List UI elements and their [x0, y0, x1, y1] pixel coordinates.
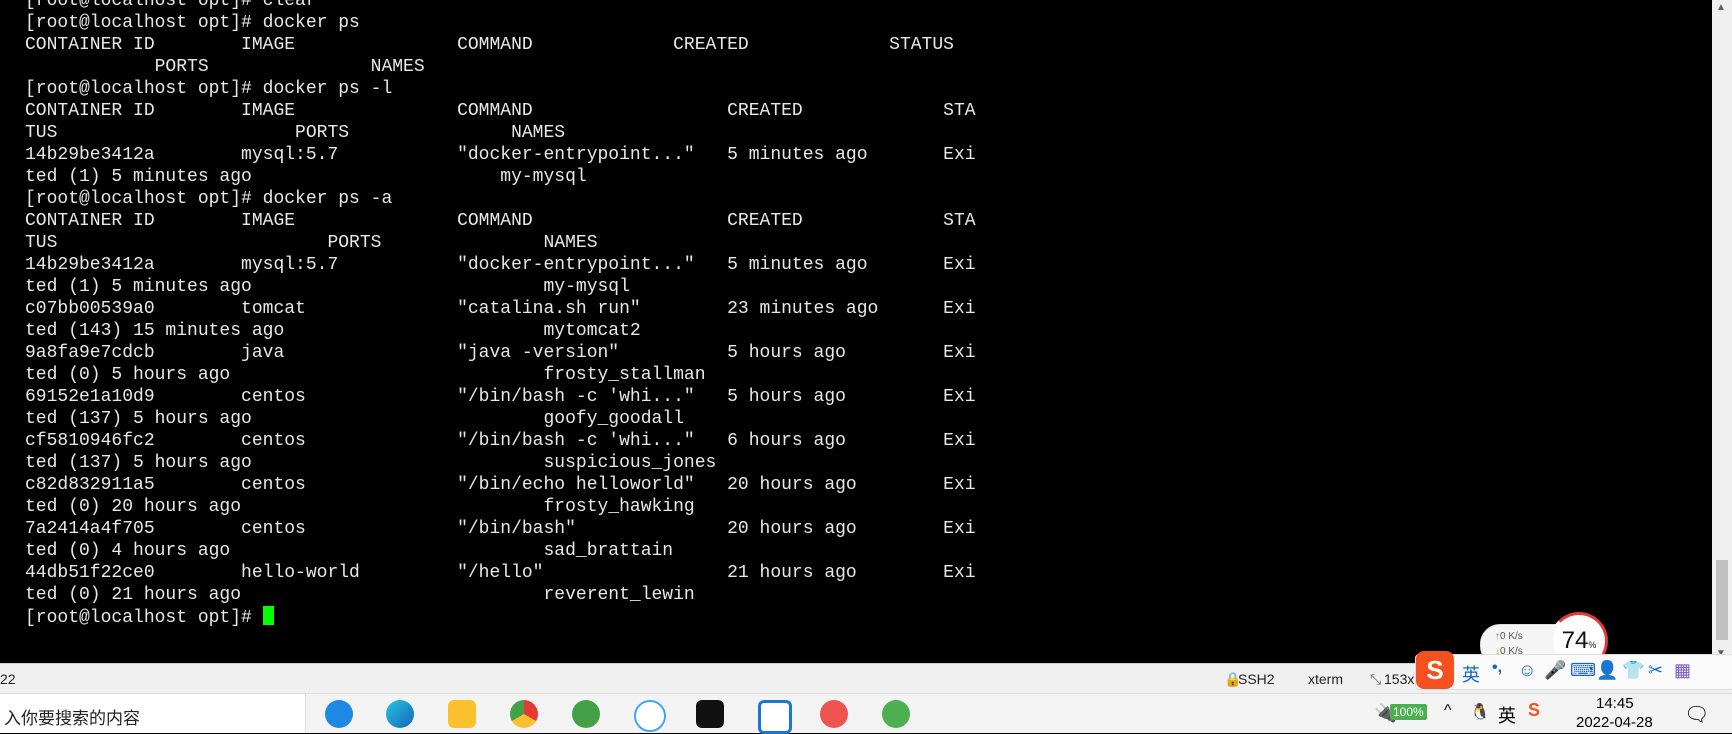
- terminal-line: [root@localhost opt]# docker ps -a: [25, 189, 393, 209]
- terminal-output: [root@localhost opt]# clear [root@localho…: [25, 0, 976, 628]
- status-left-text: 22: [0, 671, 16, 687]
- terminal-line: 7a2414a4f705 centos "/bin/bash" 20 hours…: [25, 519, 976, 539]
- search-placeholder: 入你要搜索的内容: [4, 709, 140, 728]
- app-green-icon[interactable]: [572, 700, 600, 728]
- chevron-up-icon[interactable]: ^: [1444, 702, 1452, 720]
- terminal-line: ted (0) 21 hours ago reverent_lewin: [25, 585, 695, 605]
- terminal-line: 44db51f22ce0 hello-world "/hello" 21 hou…: [25, 563, 976, 583]
- terminal-line: PORTS NAMES: [25, 57, 425, 77]
- wechat-icon[interactable]: [882, 700, 910, 728]
- terminal-line: ted (137) 5 hours ago goofy_goodall: [25, 409, 684, 429]
- notification-icon[interactable]: 🗨: [1684, 702, 1709, 727]
- windows-taskbar: 入你要搜索的内容 🔌 100% ^ 🐧 英 S 14:45 2022-04-28…: [0, 693, 1732, 734]
- ime-punct-toggle[interactable]: •,: [1492, 659, 1502, 677]
- baidu-netdisk-icon[interactable]: [634, 700, 666, 732]
- skin-icon[interactable]: 👕: [1622, 660, 1644, 681]
- keyboard-icon[interactable]: ⌨: [1570, 660, 1596, 681]
- terminal-window[interactable]: [root@localhost opt]# clear [root@localho…: [0, 0, 1712, 663]
- terminal-line: 69152e1a10d9 centos "/bin/bash -c 'whi..…: [25, 387, 976, 407]
- terminal-line: [root@localhost opt]# clear: [25, 0, 317, 11]
- status-terminal-type: xterm: [1308, 671, 1343, 687]
- terminal-line: ted (137) 5 hours ago suspicious_jones: [25, 453, 717, 473]
- xshell-icon[interactable]: [820, 700, 848, 728]
- upload-speed: 0 K/s: [1500, 631, 1523, 642]
- file-explorer-icon[interactable]: [448, 700, 476, 728]
- chrome-icon[interactable]: [510, 700, 538, 728]
- sogou-tray-icon[interactable]: S: [1528, 700, 1540, 721]
- terminal-line: 14b29be3412a mysql:5.7 "docker-entrypoin…: [25, 145, 976, 165]
- terminal-cursor: [262, 606, 274, 625]
- scroll-up-icon[interactable]: ▲: [1716, 2, 1726, 13]
- terminal-line: ted (1) 5 minutes ago my-mysql: [25, 167, 587, 187]
- scissors-icon[interactable]: ✂: [1648, 660, 1663, 681]
- taskbar-search-box[interactable]: 入你要搜索的内容: [0, 694, 306, 733]
- emoji-icon[interactable]: ☺: [1518, 660, 1536, 681]
- terminal-line: cf5810946fc2 centos "/bin/bash -c 'whi..…: [25, 431, 976, 451]
- terminal-line: ted (1) 5 minutes ago my-mysql: [25, 277, 630, 297]
- status-protocol: SSH2: [1238, 671, 1275, 687]
- vmware-icon[interactable]: [758, 700, 792, 734]
- terminal-scrollbar[interactable]: ▲ ▼: [1712, 0, 1732, 663]
- terminal-line: ted (0) 5 hours ago frosty_stallman: [25, 365, 706, 385]
- toolbox-icon[interactable]: ▦: [1674, 660, 1691, 681]
- cpu-usage-value: 74: [1561, 627, 1589, 654]
- terminal-line: c82d832911a5 centos "/bin/echo helloworl…: [25, 475, 976, 495]
- terminal-line: CONTAINER ID IMAGE COMMAND CREATED STATU…: [25, 35, 954, 55]
- cpu-usage-unit: %: [1588, 640, 1597, 650]
- terminal-line: [root@localhost opt]# docker ps: [25, 13, 360, 33]
- microphone-icon[interactable]: 🎤: [1544, 660, 1566, 681]
- intellij-idea-icon[interactable]: [696, 700, 724, 728]
- qq-icon[interactable]: 🐧: [1470, 702, 1490, 722]
- ie-browser-icon[interactable]: [325, 700, 353, 728]
- terminal-line: ted (0) 4 hours ago sad_brattain: [25, 541, 674, 561]
- status-size: 153x: [1384, 671, 1415, 687]
- clock-date[interactable]: 2022-04-28: [1576, 714, 1653, 731]
- terminal-line: 9a8fa9e7cdcb java "java -version" 5 hour…: [25, 343, 976, 363]
- ime-toolbar[interactable]: S 英 •, ☺ 🎤 ⌨ 👤 👕 ✂ ▦: [1415, 651, 1732, 690]
- terminal-line: 14b29be3412a mysql:5.7 "docker-entrypoin…: [25, 255, 976, 275]
- clock-time[interactable]: 14:45: [1596, 695, 1634, 712]
- terminal-line: TUS PORTS NAMES: [25, 123, 566, 143]
- edge-browser-icon[interactable]: [386, 700, 414, 728]
- terminal-line: c07bb00539a0 tomcat "catalina.sh run" 23…: [25, 299, 976, 319]
- battery-level[interactable]: 100%: [1390, 704, 1427, 720]
- terminal-line: [root@localhost opt]# docker ps -l: [25, 79, 393, 99]
- terminal-prompt-line[interactable]: [root@localhost opt]#: [25, 606, 976, 628]
- terminal-prompt: [root@localhost opt]#: [25, 608, 263, 628]
- resize-icon: ⤡: [1370, 671, 1382, 687]
- scroll-thumb[interactable]: [1716, 560, 1728, 640]
- terminal-line: CONTAINER ID IMAGE COMMAND CREATED STA: [25, 211, 976, 231]
- user-icon[interactable]: 👤: [1596, 660, 1618, 681]
- ime-indicator[interactable]: 英: [1498, 702, 1516, 728]
- terminal-line: ted (0) 20 hours ago frosty_hawking: [25, 497, 695, 517]
- ime-lang-toggle[interactable]: 英: [1462, 661, 1480, 687]
- sogou-logo-icon[interactable]: S: [1416, 651, 1454, 689]
- terminal-line: TUS PORTS NAMES: [25, 233, 598, 253]
- terminal-line: CONTAINER ID IMAGE COMMAND CREATED STA: [25, 101, 976, 121]
- terminal-line: ted (143) 15 minutes ago mytomcat2: [25, 321, 641, 341]
